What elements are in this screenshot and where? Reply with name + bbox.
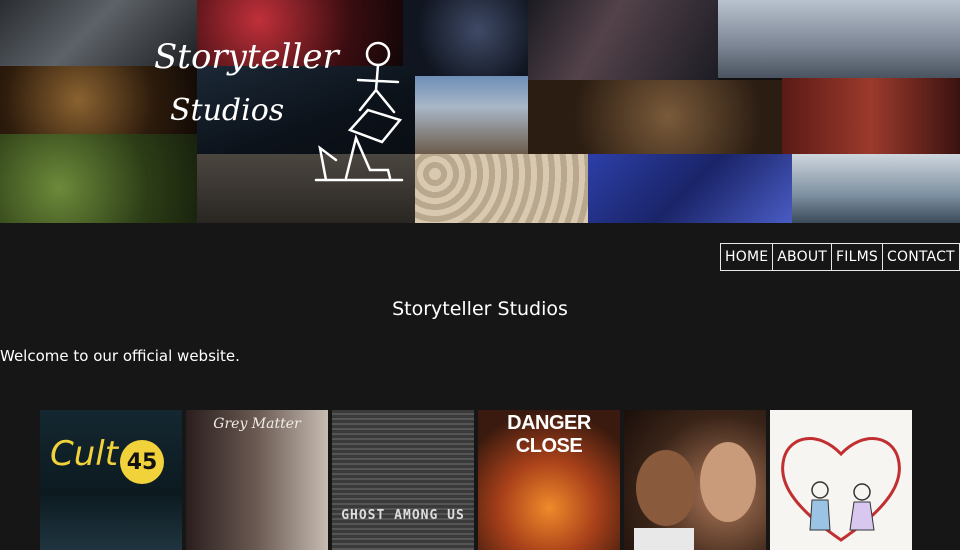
nav-about[interactable]: ABOUT (773, 244, 833, 270)
nav-contact[interactable]: CONTACT (883, 244, 959, 270)
film-poster-6[interactable] (770, 410, 912, 550)
nav-home[interactable]: HOME (721, 244, 774, 270)
banner-photo (528, 0, 718, 80)
header-banner: Storyteller Studios (0, 0, 960, 223)
film-posters: Cult 45 Grey Matter GHOST AMONG US DANGE… (40, 410, 912, 550)
logo-line1: Storyteller (154, 37, 341, 77)
welcome-text: Welcome to our official website. (0, 347, 240, 365)
banner-photo (528, 80, 782, 154)
poster-heart-drawing (781, 437, 901, 542)
logo-line2: Studios (170, 93, 284, 128)
film-poster-danger-close[interactable]: DANGER CLOSE (478, 410, 620, 550)
banner-photo (718, 0, 960, 78)
poster-title: Cult (50, 434, 119, 474)
poster-title: DANGER CLOSE (507, 412, 591, 457)
banner-photo (792, 154, 960, 223)
poster-title: GHOST AMONG US (341, 508, 465, 523)
page-title: Storyteller Studios (392, 298, 568, 320)
banner-photo (782, 78, 960, 154)
banner-photo (415, 154, 588, 223)
film-poster-cult-45[interactable]: Cult 45 (40, 410, 182, 550)
main-nav: HOME ABOUT FILMS CONTACT (720, 243, 960, 271)
banner-photo (588, 154, 792, 223)
banner-photo (415, 76, 528, 154)
film-poster-5[interactable] (624, 410, 766, 550)
nav-films[interactable]: FILMS (832, 244, 883, 270)
poster-faces-image (634, 442, 756, 550)
film-poster-ghost-among-us[interactable]: GHOST AMONG US (332, 410, 474, 550)
banner-photo (403, 0, 528, 76)
poster-title: Grey Matter (213, 416, 301, 432)
studio-logo: Storyteller Studios (154, 37, 404, 182)
poster-badge: 45 (120, 440, 164, 484)
film-poster-grey-matter[interactable]: Grey Matter (186, 410, 328, 550)
